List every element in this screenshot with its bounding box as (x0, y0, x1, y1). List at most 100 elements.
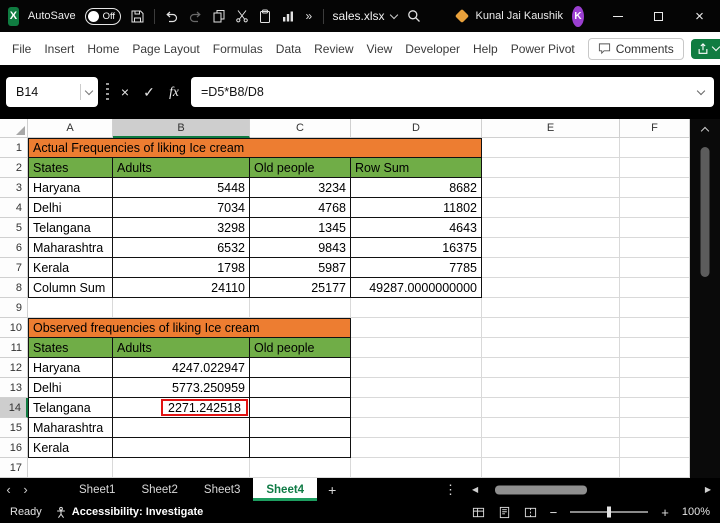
ribbon-tab-power-pivot[interactable]: Power Pivot (511, 42, 575, 56)
cell-D2[interactable]: Row Sum (351, 158, 482, 178)
row-header-11[interactable]: 11 (0, 338, 28, 358)
zoom-slider[interactable] (570, 511, 648, 513)
sheet-tab-sheet3[interactable]: Sheet3 (191, 478, 253, 501)
ribbon-tab-data[interactable]: Data (276, 42, 301, 56)
horizontal-scrollbar[interactable]: ◀ ▶ (468, 478, 720, 501)
cell-E12[interactable] (482, 358, 620, 378)
name-box[interactable]: B14 (6, 77, 98, 107)
cell-C14[interactable] (250, 398, 351, 418)
zoom-level-label[interactable]: 100% (682, 506, 710, 518)
ribbon-tab-page-layout[interactable]: Page Layout (132, 42, 199, 56)
next-sheet-icon[interactable]: › (17, 482, 34, 497)
sheet-tab-sheet4[interactable]: Sheet4 (253, 478, 317, 501)
cell-C6[interactable]: 9843 (250, 238, 351, 258)
vertical-scrollbar[interactable] (690, 119, 720, 478)
cell-C9[interactable] (250, 298, 351, 318)
cell-E6[interactable] (482, 238, 620, 258)
cell-B5[interactable]: 3298 (113, 218, 250, 238)
save-icon[interactable] (130, 7, 145, 25)
cell-B3[interactable]: 5448 (113, 178, 250, 198)
cell-E4[interactable] (482, 198, 620, 218)
cut-icon[interactable] (235, 7, 249, 25)
close-button[interactable]: × (679, 0, 720, 32)
row-header-12[interactable]: 12 (0, 358, 28, 378)
cell-F3[interactable] (620, 178, 690, 198)
cell-F10[interactable] (620, 318, 690, 338)
cancel-entry-icon[interactable]: × (117, 84, 133, 100)
cell-B8[interactable]: 24110 (113, 278, 250, 298)
cell-C3[interactable]: 3234 (250, 178, 351, 198)
cell-D8[interactable]: 49287.0000000000 (351, 278, 482, 298)
expand-formula-bar-icon[interactable] (697, 86, 705, 94)
cell-D5[interactable]: 4643 (351, 218, 482, 238)
scroll-right-icon[interactable]: ▶ (705, 485, 711, 494)
column-header-E[interactable]: E (482, 119, 620, 138)
cell-A1[interactable]: Actual Frequencies of liking Ice cream (28, 138, 482, 158)
cell-E3[interactable] (482, 178, 620, 198)
sheet-tab-sheet1[interactable]: Sheet1 (66, 478, 128, 501)
share-button[interactable] (691, 39, 720, 59)
cell-C15[interactable] (250, 418, 351, 438)
maximize-button[interactable] (638, 0, 679, 32)
cell-D16[interactable] (351, 438, 482, 458)
search-icon[interactable] (406, 7, 422, 25)
cell-B17[interactable] (113, 458, 250, 478)
accessibility-status[interactable]: Accessibility: Investigate (55, 506, 203, 519)
cell-A15[interactable]: Maharashtra (28, 418, 113, 438)
cell-B7[interactable]: 1798 (113, 258, 250, 278)
previous-sheet-icon[interactable]: ‹ (0, 482, 17, 497)
cell-F11[interactable] (620, 338, 690, 358)
horizontal-scroll-thumb[interactable] (495, 485, 587, 494)
cell-F2[interactable] (620, 158, 690, 178)
cell-A2[interactable]: States (28, 158, 113, 178)
vertical-scroll-thumb[interactable] (701, 147, 710, 277)
more-commands-icon[interactable]: » (304, 7, 314, 25)
cell-C7[interactable]: 5987 (250, 258, 351, 278)
cell-D10[interactable] (351, 318, 482, 338)
cell-B6[interactable]: 6532 (113, 238, 250, 258)
cell-D9[interactable] (351, 298, 482, 318)
excel-logo-icon[interactable]: X (8, 7, 19, 26)
cell-F1[interactable] (620, 138, 690, 158)
row-header-13[interactable]: 13 (0, 378, 28, 398)
column-header-D[interactable]: D (351, 119, 482, 138)
page-layout-view-button[interactable] (498, 506, 511, 519)
cell-A11[interactable]: States (28, 338, 113, 358)
row-header-6[interactable]: 6 (0, 238, 28, 258)
undo-icon[interactable] (164, 7, 179, 25)
cell-A12[interactable]: Haryana (28, 358, 113, 378)
ribbon-tab-view[interactable]: View (367, 42, 393, 56)
cell-F4[interactable] (620, 198, 690, 218)
cell-B9[interactable] (113, 298, 250, 318)
row-header-10[interactable]: 10 (0, 318, 28, 338)
user-name-label[interactable]: Kunal Jai Kaushik (476, 10, 563, 22)
ribbon-tab-insert[interactable]: Insert (44, 42, 74, 56)
zoom-out-button[interactable]: − (550, 505, 558, 520)
cell-A8[interactable]: Column Sum (28, 278, 113, 298)
ribbon-tab-file[interactable]: File (12, 42, 31, 56)
cell-B13[interactable]: 5773.250959 (113, 378, 250, 398)
row-header-15[interactable]: 15 (0, 418, 28, 438)
ribbon-tab-formulas[interactable]: Formulas (213, 42, 263, 56)
cell-F7[interactable] (620, 258, 690, 278)
cell-F9[interactable] (620, 298, 690, 318)
cell-D14[interactable] (351, 398, 482, 418)
insert-function-icon[interactable]: fx (165, 84, 183, 100)
cell-E14[interactable] (482, 398, 620, 418)
cell-B15[interactable] (113, 418, 250, 438)
ribbon-tab-review[interactable]: Review (314, 42, 353, 56)
cell-E17[interactable] (482, 458, 620, 478)
cell-A14[interactable]: Telangana (28, 398, 113, 418)
cell-A4[interactable]: Delhi (28, 198, 113, 218)
row-header-1[interactable]: 1 (0, 138, 28, 158)
autosave-toggle[interactable]: Off (85, 8, 122, 25)
cell-A13[interactable]: Delhi (28, 378, 113, 398)
chart-icon[interactable] (281, 7, 295, 25)
row-header-3[interactable]: 3 (0, 178, 28, 198)
cell-D13[interactable] (351, 378, 482, 398)
cell-A16[interactable]: Kerala (28, 438, 113, 458)
horizontal-scroll-track[interactable] (483, 478, 700, 501)
normal-view-button[interactable] (472, 506, 485, 519)
cell-F8[interactable] (620, 278, 690, 298)
document-title[interactable]: sales.xlsx (333, 9, 397, 23)
